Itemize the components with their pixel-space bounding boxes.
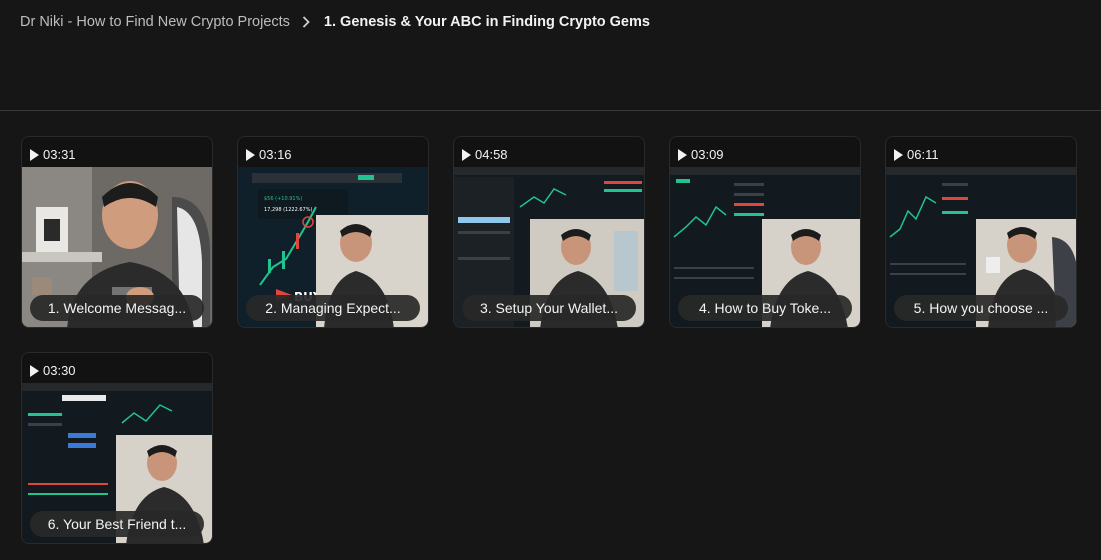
play-icon [30,364,39,377]
lesson-card[interactable]: 03:16 $56 (+10.91%) 17,298 (1222.67%) BU… [237,136,429,328]
play-icon [462,148,471,161]
lesson-grid: 03:31 1. Welcome Messag... 03:16 $56 (+1… [21,136,1077,544]
duration-badge: 03:30 [30,363,76,378]
play-icon [30,148,39,161]
duration-text: 06:11 [907,147,939,162]
lesson-card[interactable]: 06:11 5. How you choose ... [885,136,1077,328]
lesson-title: 4. How to Buy Toke... [678,295,852,321]
lesson-title: 3. Setup Your Wallet... [462,295,636,321]
lesson-title: 2. Managing Expect... [246,295,420,321]
duration-badge: 03:09 [678,147,724,162]
lesson-card[interactable]: 03:30 6. Your Best Friend t... [21,352,213,544]
duration-text: 03:30 [43,363,76,378]
lesson-title: 6. Your Best Friend t... [30,511,204,537]
duration-badge: 04:58 [462,147,508,162]
duration-badge: 03:16 [246,147,292,162]
header-divider [0,110,1101,111]
play-icon [678,148,687,161]
duration-text: 03:16 [259,147,292,162]
svg-text:$56 (+10.91%): $56 (+10.91%) [264,196,302,202]
lesson-title: 1. Welcome Messag... [30,295,204,321]
lesson-card[interactable]: 03:31 1. Welcome Messag... [21,136,213,328]
lesson-title: 5. How you choose ... [894,295,1068,321]
svg-text:17,298 (1222.67%): 17,298 (1222.67%) [264,207,312,213]
chevron-right-icon [302,16,312,28]
duration-text: 03:09 [691,147,724,162]
duration-badge: 06:11 [894,147,939,162]
breadcrumb-parent-link[interactable]: Dr Niki - How to Find New Crypto Project… [20,14,290,30]
play-icon [246,148,255,161]
duration-text: 03:31 [43,147,76,162]
breadcrumb: Dr Niki - How to Find New Crypto Project… [20,12,650,32]
play-icon [894,148,903,161]
duration-text: 04:58 [475,147,508,162]
lesson-card[interactable]: 04:58 3. Setup Your Wallet... [453,136,645,328]
breadcrumb-current: 1. Genesis & Your ABC in Finding Crypto … [323,14,650,30]
duration-badge: 03:31 [30,147,76,162]
lesson-card[interactable]: 03:09 4. How to Buy Toke... [669,136,861,328]
